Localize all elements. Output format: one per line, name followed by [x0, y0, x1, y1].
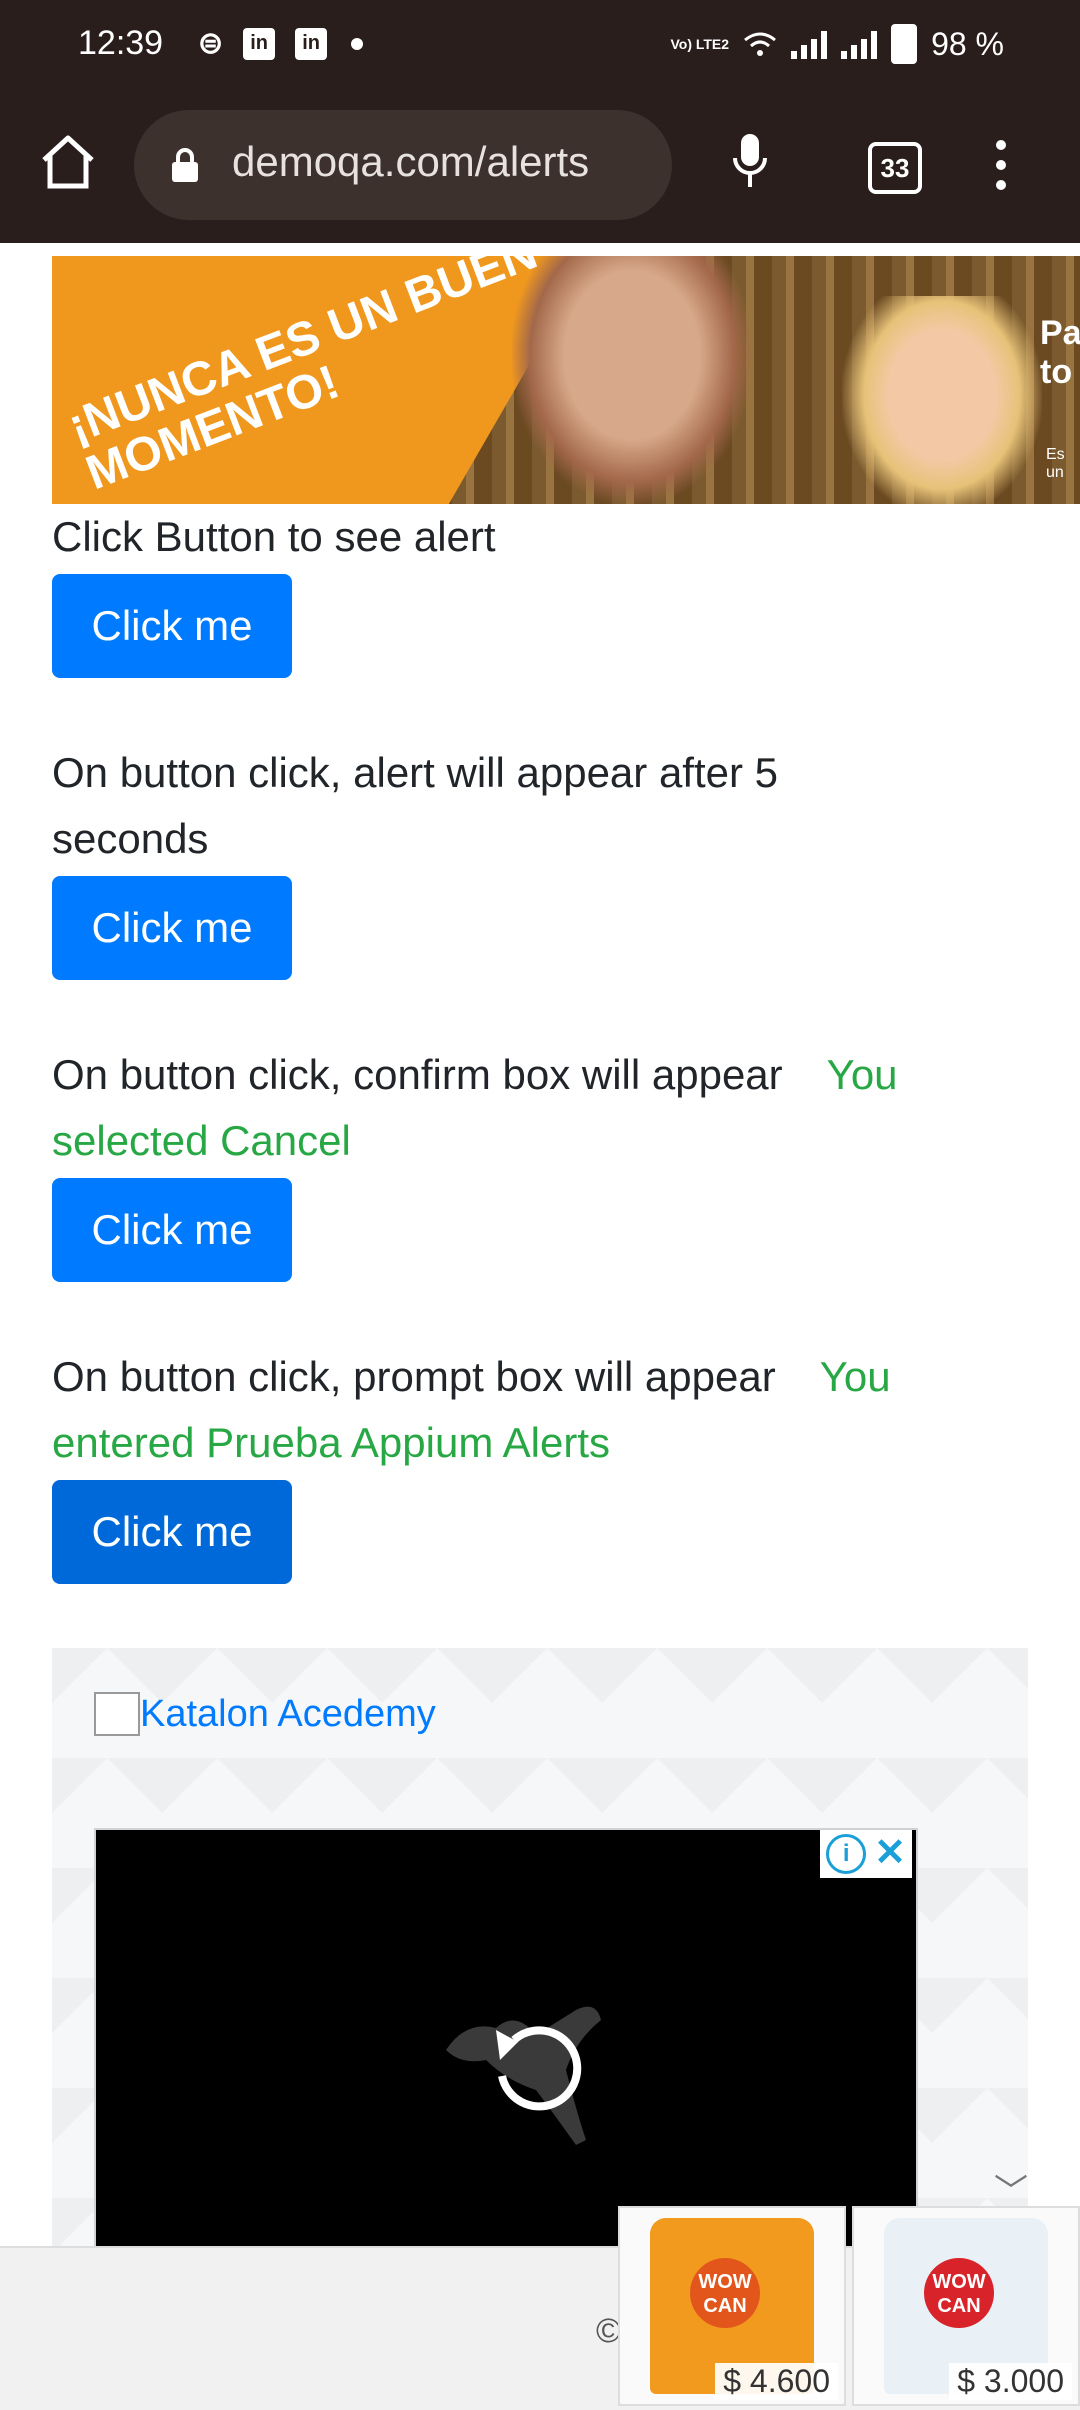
banner-person-woman — [842, 296, 1042, 504]
confirm-description: On button click, confirm box will appear — [52, 1051, 783, 1098]
timer-alert-description: On button click, alert will appear after… — [52, 749, 779, 862]
banner-person-man — [512, 256, 752, 504]
browser-toolbar: demoqa.com/alerts 33 — [0, 90, 1080, 247]
status-bar: 12:39 ⊜ in in Vo) LTE2 98 % — [0, 0, 1080, 90]
dot-icon — [351, 37, 364, 50]
prompt-description: On button click, prompt box will appear — [52, 1353, 776, 1400]
alert-section-confirm: On button click, confirm box will appear… — [52, 1042, 1002, 1282]
confirm-button[interactable]: Click me — [52, 1178, 292, 1282]
battery-icon — [891, 24, 918, 64]
wifi-icon — [744, 32, 776, 56]
product-brand: WOW CAN — [690, 2258, 760, 2328]
ad-choices: i ✕ — [820, 1830, 912, 1878]
banner-side-text: Pa to — [1040, 314, 1080, 391]
status-time: 12:39 — [78, 24, 164, 62]
prompt-button[interactable]: Click me — [52, 1480, 292, 1584]
promo-card: Katalon Acedemy i ✕ — [52, 1648, 1028, 2252]
product-price: $ 3.000 — [949, 2363, 1072, 2400]
alert-section-timer: On button click, alert will appear after… — [52, 740, 1002, 980]
alert-section-prompt: On button click, prompt box will appear Y… — [52, 1344, 1002, 1584]
katalon-link[interactable]: Katalon Acedemy — [94, 1692, 436, 1736]
product-price: $ 4.600 — [715, 2363, 838, 2400]
banner-ad[interactable]: ¡NUNCA ES UN BUEN MOMENTO! Pa to Es un — [52, 256, 1080, 504]
timer-alert-button[interactable]: Click me — [52, 876, 292, 980]
broken-image-icon — [94, 1692, 140, 1736]
product-ad[interactable]: WOW CAN $ 3.000 — [852, 2206, 1080, 2406]
product-brand: WOW CAN — [924, 2258, 994, 2328]
alert-button[interactable]: Click me — [52, 574, 292, 678]
home-icon[interactable] — [36, 130, 100, 194]
tab-switcher-button[interactable]: 33 — [868, 142, 922, 194]
notification-icons: ⊜ in in — [198, 26, 364, 61]
signal-icon — [791, 29, 828, 59]
alert-section-simple: Click Button to see alert Click me — [52, 504, 1002, 678]
lock-icon — [172, 148, 198, 182]
alert-description: Click Button to see alert — [52, 513, 496, 560]
replay-icon[interactable] — [426, 1980, 626, 2160]
sim-icon: ⊜ — [198, 27, 224, 60]
volte-icon: Vo) LTE2 — [670, 36, 730, 52]
product-ad[interactable]: WOW CAN $ 4.600 — [618, 2206, 846, 2406]
mic-icon[interactable] — [732, 132, 768, 192]
video-ad[interactable]: i ✕ — [94, 1828, 918, 2252]
info-icon[interactable]: i — [826, 1834, 867, 1874]
battery-level: 98 % — [931, 25, 1004, 62]
banner-small-text: Es un — [1046, 446, 1065, 481]
status-indicators: Vo) LTE2 98 % — [670, 24, 1004, 64]
linkedin-icon: in — [243, 27, 276, 60]
signal-icon — [841, 29, 878, 59]
address-bar[interactable]: demoqa.com/alerts — [134, 110, 672, 220]
katalon-image-alt: Katalon Acedemy — [140, 1692, 436, 1735]
close-icon[interactable]: ✕ — [874, 1834, 906, 1874]
more-options-icon[interactable] — [996, 140, 1006, 200]
linkedin-icon: in — [295, 27, 328, 60]
url-text: demoqa.com/alerts — [232, 138, 590, 185]
